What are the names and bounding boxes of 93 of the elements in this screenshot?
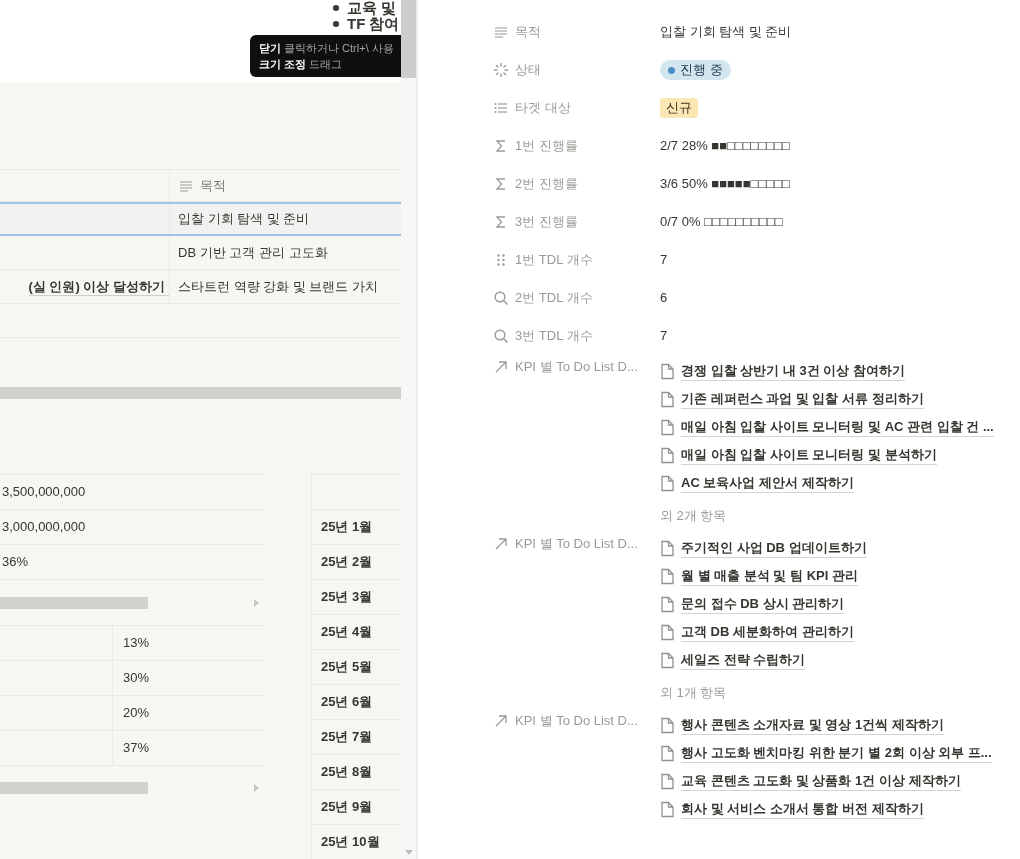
page-link[interactable]: 행사 고도화 벤치마킹 위한 분기 별 2회 이상 외부 프... [681, 743, 992, 763]
property-label: 상태 [515, 61, 541, 80]
table-cell-text: 25년 9월 [321, 798, 373, 817]
bullet-text: 교육 및 [347, 0, 397, 16]
document-icon [660, 446, 675, 464]
page-link[interactable]: 교육 콘텐츠 고도화 및 상품화 1건 이상 제작하기 [681, 771, 961, 791]
table-cell-text: 스타트런 역량 강화 및 브랜드 가치 [178, 277, 379, 296]
document-icon [660, 800, 675, 818]
property-value: 7 [660, 251, 668, 270]
page-link[interactable]: AC 보육사업 제안서 제작하기 [681, 473, 854, 493]
table-cell-text: 3,500,000,000 [1, 483, 86, 502]
table-cell-text: 36% [1, 553, 29, 572]
table-cell-text: 25년 4월 [321, 623, 373, 642]
text-lines-icon [493, 24, 509, 40]
document-icon [660, 474, 675, 492]
property-label: 타겟 대상 [515, 99, 571, 118]
page-link[interactable]: 고객 DB 세분화하여 관리하기 [681, 622, 854, 642]
property-value: 2/7 28% ■■□□□□□□□□ [660, 137, 790, 156]
arrow-up-right-icon [493, 536, 509, 552]
property-label: 1번 진행률 [515, 137, 578, 156]
page-link[interactable]: 기존 레퍼런스 과업 및 입찰 서류 정리하기 [681, 389, 924, 409]
page-link[interactable]: 매일 아침 입찰 사이트 모니터링 및 분석하기 [681, 445, 937, 465]
property-label: 3번 TDL 개수 [515, 327, 593, 346]
property-value: 0/7 0% □□□□□□□□□□ [660, 213, 783, 232]
table-cell-text: 25년 5월 [321, 658, 373, 677]
property-label: KPI 별 To Do List D... [515, 712, 638, 731]
bullet-text: TF 참여 [347, 16, 400, 32]
search-icon [493, 328, 509, 344]
table-cell-text: 20% [123, 704, 150, 723]
property-value: 3/6 50% ■■■■■□□□□□ [660, 175, 790, 194]
document-icon [660, 362, 675, 380]
table-row[interactable]: 입찰 기회 탐색 및 준비 [0, 202, 401, 236]
table-cell-text: DB 기반 고객 관리 고도화 [178, 243, 328, 262]
page-link[interactable]: 세일즈 전략 수립하기 [681, 650, 806, 670]
horizontal-scrollbar[interactable] [0, 387, 401, 399]
property-label: 2번 TDL 개수 [515, 289, 593, 308]
property-value: 7 [660, 327, 668, 346]
document-icon [660, 595, 675, 613]
list-icon [493, 100, 509, 116]
scrollbar-thumb[interactable] [401, 0, 416, 78]
arrow-up-right-icon [493, 713, 509, 729]
page-link[interactable]: 주기적인 사업 DB 업데이트하기 [681, 538, 867, 558]
table-row[interactable]: DB 기반 고객 관리 고도화 [0, 236, 401, 270]
table-cell-text: 25년 3월 [321, 588, 373, 607]
scrollbar-thumb[interactable] [0, 781, 148, 794]
tooltip-text: 닫기 클릭하거나 Ctrl+\ 사용 [259, 41, 395, 56]
page-link[interactable]: 회사 및 서비스 소개서 통합 버전 제작하기 [681, 799, 924, 819]
table-row[interactable]: (실 인원) 이상 달성하기 스타트런 역량 강화 및 브랜드 가치 [0, 270, 401, 304]
table-cell-text: 25년 10월 [321, 833, 380, 852]
table-cell-text: 30% [123, 669, 150, 688]
document-icon [660, 651, 675, 669]
document-icon [660, 539, 675, 557]
document-icon [660, 744, 675, 762]
property-label: 목적 [515, 23, 541, 42]
search-icon [493, 290, 509, 306]
table-cell-text: 25년 6월 [321, 693, 373, 712]
document-icon [660, 418, 675, 436]
page-link[interactable]: 경쟁 입찰 상반기 내 3건 이상 참여하기 [681, 361, 905, 381]
property-label: 2번 진행률 [515, 175, 578, 194]
column-header[interactable]: 목적 [200, 175, 226, 196]
table-cell-text: 25년 8월 [321, 763, 373, 782]
document-icon [660, 390, 675, 408]
property-value: 입찰 기회 탐색 및 준비 [660, 23, 792, 42]
page-link[interactable]: 매일 아침 입찰 사이트 모니터링 및 AC 관련 입찰 건 ... [681, 417, 994, 437]
table-cell-text: 13% [123, 634, 150, 653]
page-link[interactable]: 행사 콘텐츠 소개자료 및 영상 1건씩 제작하기 [681, 715, 944, 735]
select-tag[interactable]: 신규 [660, 98, 698, 118]
table-cell-text: 3,000,000,000 [1, 518, 86, 537]
loading-spinner-icon [493, 62, 509, 78]
status-tag[interactable]: 진행 중 [660, 60, 731, 80]
document-icon [660, 623, 675, 641]
page-link[interactable]: 월 별 매출 분석 및 팀 KPI 관리 [681, 566, 858, 586]
table-cell-text: 37% [123, 739, 150, 758]
table-cell-text: 입찰 기회 탐색 및 준비 [178, 210, 310, 229]
page-link[interactable]: 문의 접수 DB 상시 관리하기 [681, 594, 845, 614]
table-cell-text: 25년 1월 [321, 518, 373, 537]
property-label: KPI 별 To Do List D... [515, 358, 638, 377]
scroll-right-arrow-icon[interactable] [254, 783, 259, 792]
table-cell-text: 25년 7월 [321, 728, 373, 747]
property-label: 1번 TDL 개수 [515, 251, 593, 270]
tooltip-text: 크기 조정 드래그 [259, 57, 344, 72]
scroll-down-arrow-icon[interactable] [404, 850, 413, 855]
property-label: 3번 진행률 [515, 213, 578, 232]
document-icon [660, 772, 675, 790]
property-value: 6 [660, 289, 668, 308]
table-cell: (실 인원) 이상 달성하기 [28, 277, 169, 296]
property-label: KPI 별 To Do List D... [515, 535, 638, 554]
document-icon [660, 716, 675, 734]
arrow-up-right-icon [493, 359, 509, 375]
scrollbar-thumb[interactable] [0, 596, 148, 609]
document-icon [660, 567, 675, 585]
scroll-right-arrow-icon[interactable] [254, 598, 259, 607]
table-cell-text: 25년 2월 [321, 553, 373, 572]
